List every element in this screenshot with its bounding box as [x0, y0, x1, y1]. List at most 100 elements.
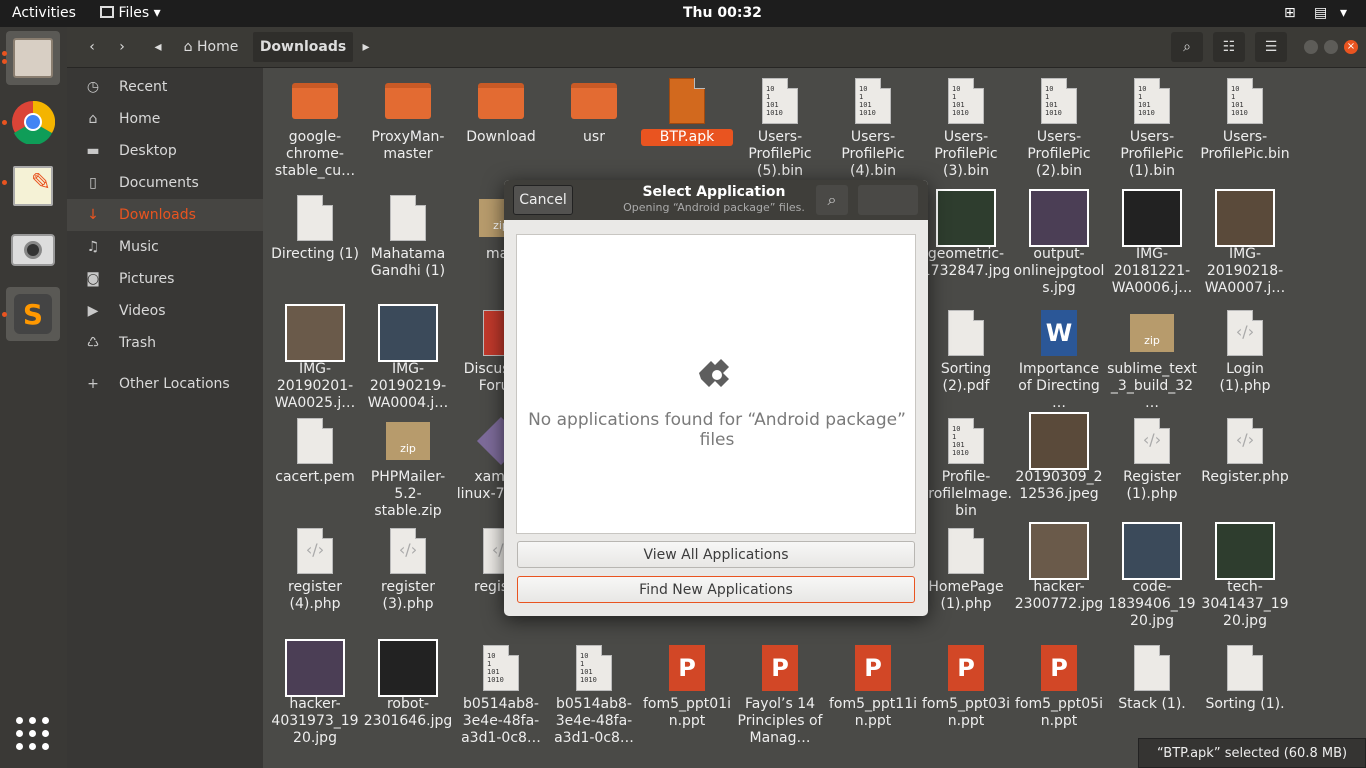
search-button[interactable]: ⌕: [1171, 32, 1203, 62]
file-item[interactable]: Directing (1): [269, 193, 361, 263]
file-item[interactable]: Sorting (1).: [1199, 643, 1291, 713]
file-item[interactable]: hacker-2300772.jpg: [1013, 522, 1105, 613]
file-item[interactable]: 10 1 101 1010 Users-ProfilePic.bin: [1199, 76, 1291, 163]
cancel-button[interactable]: Cancel: [513, 185, 573, 215]
file-item[interactable]: Mahatama Gandhi (1): [362, 193, 454, 280]
file-item[interactable]: ProxyMan-master: [362, 76, 454, 163]
file-item[interactable]: google-chrome-stable_cu…: [269, 76, 361, 180]
file-item[interactable]: cacert.pem: [269, 416, 361, 486]
view-toggle-button[interactable]: ☷: [1213, 32, 1245, 62]
file-label: fom5_ppt03in.ppt: [921, 696, 1010, 729]
file-item[interactable]: HomePage (1).php: [920, 526, 1012, 613]
menu-button[interactable]: ☰: [1255, 32, 1287, 62]
file-label: Users-ProfilePic (5).bin: [748, 129, 812, 179]
power-menu-icon[interactable]: ▾: [1340, 5, 1347, 21]
show-applications-button[interactable]: [16, 717, 50, 751]
application-list[interactable]: No applications found for “Android packa…: [516, 234, 916, 534]
activities-button[interactable]: Activities: [12, 5, 76, 21]
sidebar-item-music[interactable]: ♫ Music: [67, 231, 263, 263]
dock-camera[interactable]: [6, 223, 60, 277]
path-home[interactable]: ⌂ Home: [171, 32, 251, 62]
file-item[interactable]: zip PHPMailer-5.2-stable.zip: [362, 416, 454, 520]
file-item[interactable]: ‹/› Register (1).php: [1106, 416, 1198, 503]
text-file-icon: [362, 193, 454, 243]
file-item[interactable]: IMG-20190219-WA0004.j…: [362, 304, 454, 412]
file-item[interactable]: 10 1 101 1010 Users-ProfilePic (1).bin: [1106, 76, 1198, 180]
view-all-applications-button[interactable]: View All Applications: [517, 541, 915, 568]
path-current[interactable]: Downloads: [253, 32, 353, 62]
file-item[interactable]: IMG-20190218-WA0007.j…: [1199, 189, 1291, 297]
sidebar-item-pictures[interactable]: ◙ Pictures: [67, 263, 263, 295]
file-item[interactable]: P Fayol’s 14 Principles of Manag…: [734, 643, 826, 747]
files-cabinet-icon: [13, 38, 53, 78]
file-item[interactable]: ‹/› register (4).php: [269, 526, 361, 613]
file-item[interactable]: 10 1 101 1010 Users-ProfilePic (2).bin: [1013, 76, 1105, 180]
back-button[interactable]: ‹: [79, 32, 105, 62]
code-file-icon: ‹/›: [1106, 416, 1198, 466]
file-item[interactable]: 10 1 101 1010 Users-ProfilePic (3).bin: [920, 76, 1012, 180]
file-item[interactable]: hacker-4031973_1920.jpg: [269, 639, 361, 747]
file-item[interactable]: ‹/› Login (1).php: [1199, 308, 1291, 395]
clock[interactable]: Thu 00:32: [683, 5, 762, 21]
clipboard-icon[interactable]: ▤: [1314, 5, 1327, 21]
file-item[interactable]: Download: [455, 76, 547, 146]
dock-text-editor[interactable]: ✎: [6, 159, 60, 213]
file-item[interactable]: usr: [548, 76, 640, 146]
file-item[interactable]: Stack (1).: [1106, 643, 1198, 713]
sidebar-item-recent[interactable]: ◷ Recent: [67, 71, 263, 103]
sidebar-item-videos[interactable]: ▶ Videos: [67, 295, 263, 327]
sidebar-item-other-locations[interactable]: + Other Locations: [67, 368, 263, 400]
path-scroll-right[interactable]: ▸: [359, 32, 373, 62]
dock-files[interactable]: [6, 31, 60, 85]
file-item[interactable]: IMG-20190201-WA0025.j…: [269, 304, 361, 412]
file-item[interactable]: Pfom5_ppt01in.ppt: [641, 643, 733, 730]
sidebar-item-label: Videos: [119, 303, 166, 319]
file-item[interactable]: 10 1 101 1010 Users-ProfilePic (4).bin: [827, 76, 919, 180]
dock-sublime[interactable]: S: [6, 287, 60, 341]
file-item[interactable]: BTP.apk: [641, 76, 733, 146]
file-item[interactable]: Sorting (2).pdf: [920, 308, 1012, 395]
file-item[interactable]: Pfom5_ppt05in.ppt: [1013, 643, 1105, 730]
file-item[interactable]: robot-2301646.jpg: [362, 639, 454, 730]
image-thumbnail-icon: [1013, 412, 1105, 470]
path-scroll-left[interactable]: ◂: [151, 32, 165, 62]
forward-button[interactable]: ›: [109, 32, 135, 62]
network-icon[interactable]: ⊞: [1284, 5, 1296, 21]
app-menu[interactable]: Files ▾: [100, 5, 161, 21]
file-item[interactable]: Pfom5_ppt11in.ppt: [827, 643, 919, 730]
sidebar-item-home[interactable]: ⌂ Home: [67, 103, 263, 135]
file-item[interactable]: zip sublime_text_3_build_32…: [1106, 308, 1198, 412]
file-item[interactable]: Pfom5_ppt03in.ppt: [920, 643, 1012, 730]
presentation-icon: P: [734, 643, 826, 693]
select-application-dialog: Cancel Select Application Opening “Andro…: [504, 180, 928, 616]
file-item[interactable]: 10 1 101 1010 Users-ProfilePic (5).bin: [734, 76, 826, 180]
file-item[interactable]: ‹/› Register.php: [1199, 416, 1291, 486]
file-item[interactable]: ‹/› register (3).php: [362, 526, 454, 613]
empty-message: No applications found for “Android packa…: [528, 410, 906, 450]
file-label: Download: [466, 129, 536, 145]
dialog-select-button[interactable]: [858, 185, 918, 215]
file-item[interactable]: IMG-20181221-WA0006.j…: [1106, 189, 1198, 297]
text-editor-icon: ✎: [13, 166, 53, 206]
file-item[interactable]: tech-3041437_1920.jpg: [1199, 522, 1291, 630]
file-item[interactable]: W Importance of Directing …: [1013, 308, 1105, 412]
close-button[interactable]: ×: [1341, 32, 1361, 62]
minimize-button[interactable]: [1301, 32, 1321, 62]
sidebar-item-trash[interactable]: ♺ Trash: [67, 327, 263, 359]
file-label: Stack (1).: [1118, 696, 1186, 712]
maximize-button[interactable]: [1321, 32, 1341, 62]
file-item[interactable]: geometric-1732847.jpg: [920, 189, 1012, 280]
file-label: Users-ProfilePic (4).bin: [841, 129, 905, 179]
find-new-applications-button[interactable]: Find New Applications: [517, 576, 915, 603]
sidebar-item-desktop[interactable]: ▬ Desktop: [67, 135, 263, 167]
file-item[interactable]: code-1839406_1920.jpg: [1106, 522, 1198, 630]
file-item[interactable]: 10 1 101 1010 b0514ab8-3e4e-48fa-a3d1-0c8…: [548, 643, 640, 747]
dock-chrome[interactable]: [6, 95, 60, 149]
dialog-search-button[interactable]: ⌕: [816, 185, 848, 215]
file-item[interactable]: output-onlinejpgtools.jpg: [1013, 189, 1105, 297]
file-item[interactable]: 10 1 101 1010 b0514ab8-3e4e-48fa-a3d1-0c8…: [455, 643, 547, 747]
sidebar-item-downloads[interactable]: ↓ Downloads: [67, 199, 263, 231]
file-item[interactable]: 20190309_212536.jpeg: [1013, 412, 1105, 503]
sidebar-item-documents[interactable]: ▯ Documents: [67, 167, 263, 199]
file-item[interactable]: 10 1 101 1010 Profile-ProfileImage.bin: [920, 416, 1012, 520]
